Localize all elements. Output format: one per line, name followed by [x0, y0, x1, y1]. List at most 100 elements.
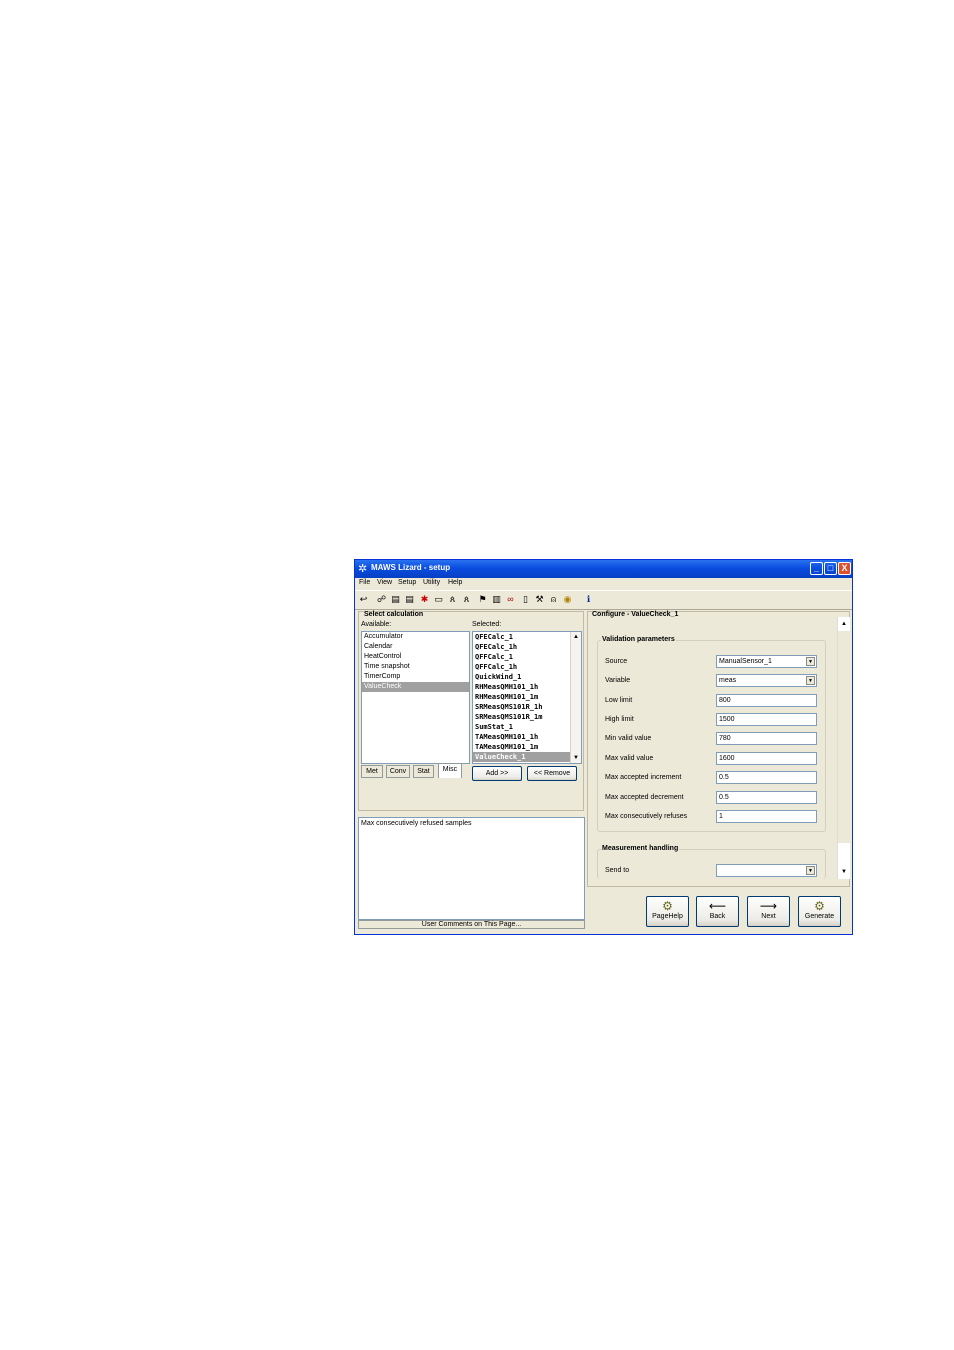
info-icon[interactable]: ℹ	[583, 594, 594, 605]
title-bar[interactable]: ✲ MAWS Lizard - setup _ □ X	[355, 560, 852, 578]
scroll-thumb[interactable]	[838, 631, 850, 843]
high-limit-label: High limit	[605, 716, 634, 723]
variable-select[interactable]: meas ▼	[716, 674, 817, 687]
menu-bar: File View Setup Utility Help	[355, 578, 852, 589]
min-valid-value-input[interactable]: 780	[716, 732, 817, 745]
add-button[interactable]: Add >>	[472, 766, 522, 781]
max-valid-value-label: Max valid value	[605, 755, 654, 762]
menu-view[interactable]: View	[377, 579, 392, 586]
high-limit-input[interactable]: 1500	[716, 713, 817, 726]
lizard-icon: ✲	[358, 563, 368, 575]
link-icon[interactable]: ∞	[505, 594, 516, 605]
menu-utility[interactable]: Utility	[423, 579, 440, 586]
select-calculation-title: Select calculation	[364, 611, 424, 618]
menu-setup[interactable]: Setup	[398, 579, 416, 586]
menu-file[interactable]: File	[359, 579, 370, 586]
scroll-down-icon[interactable]: ▼	[571, 753, 581, 763]
list-item[interactable]: TAMeasQMH101_1h	[473, 732, 581, 742]
list-item[interactable]: QFECalc_1	[473, 632, 581, 642]
list-item[interactable]: SRMeasQMS101R_1m	[473, 712, 581, 722]
coin-icon[interactable]: ◉	[562, 594, 573, 605]
scroll-up-icon[interactable]: ▲	[839, 619, 849, 629]
list-item[interactable]: TimerComp	[362, 672, 469, 682]
list-item[interactable]: HeatControl	[362, 652, 469, 662]
user-comments-bar[interactable]: User Comments on This Page...	[358, 920, 585, 929]
list-item[interactable]: TAMeasQMH101_1m	[473, 742, 581, 752]
network-icon[interactable]: ☍	[376, 594, 387, 605]
list-item[interactable]: QFECalc_1h	[473, 642, 581, 652]
configure-title: Configure - ValueCheck_1	[592, 611, 679, 618]
page-icon[interactable]: ▯	[520, 594, 531, 605]
max-accepted-increment-label: Max accepted increment	[605, 774, 682, 781]
configure-scrollbar[interactable]: ▲ ▼	[837, 617, 850, 879]
low-limit-input[interactable]: 800	[716, 694, 817, 707]
list-item[interactable]: QuickWind_1	[473, 672, 581, 682]
next-button[interactable]: ⟶ Next	[747, 896, 790, 927]
max-valid-value-input[interactable]: 1600	[716, 752, 817, 765]
send-to-label: Send to	[605, 867, 630, 874]
list-item[interactable]: QFFCalc_1	[473, 652, 581, 662]
measurement-handling-title: Measurement handling	[601, 845, 680, 852]
pagehelp-icon: ⚙	[662, 899, 673, 913]
sensor-icon[interactable]: ✱	[419, 594, 430, 605]
list-item[interactable]: SumStat_1	[473, 722, 581, 732]
dev-icon[interactable]: ▤	[404, 594, 415, 605]
maws-lizard-window: ✲ MAWS Lizard - setup _ □ X File View Se…	[354, 559, 853, 935]
person-icon[interactable]: ጰ	[461, 594, 472, 605]
max-accepted-decrement-input[interactable]: 0.5	[716, 791, 817, 804]
list-item-selected[interactable]: ValueCheck	[362, 682, 469, 692]
remove-button[interactable]: << Remove	[527, 766, 577, 781]
undo-icon[interactable]: ↩	[358, 594, 369, 605]
close-button[interactable]: X	[838, 562, 851, 575]
toolbar: ↩ ☍ ▤ ▤ ✱ ▭ ጰ ጰ ⚑ ▥ ∞ ▯ ⚒ ⍝ ◉ ℹ	[355, 590, 852, 610]
arrow-left-icon: ⟵	[708, 899, 727, 913]
scroll-up-icon[interactable]: ▲	[571, 632, 581, 642]
user-comments-area[interactable]: Max consecutively refused samples	[358, 817, 585, 920]
bell-icon[interactable]: ⍝	[548, 594, 559, 605]
list-item[interactable]: RHMeasQMH101_1h	[473, 682, 581, 692]
max-consecutively-refuses-input[interactable]: 1	[716, 810, 817, 823]
source-select[interactable]: ManualSensor_1 ▼	[716, 655, 817, 668]
tab-stat[interactable]: Stat	[413, 765, 434, 778]
validation-parameters-title: Validation parameters	[601, 636, 676, 643]
tab-misc[interactable]: Misc	[438, 763, 462, 778]
maximize-button[interactable]: □	[824, 562, 837, 575]
wrench-icon[interactable]: ⚒	[534, 594, 545, 605]
list-item[interactable]: SRMeasQMS101R_1h	[473, 702, 581, 712]
dev-icon[interactable]: ▤	[390, 594, 401, 605]
menu-help[interactable]: Help	[448, 579, 462, 586]
available-label: Available:	[361, 621, 392, 628]
low-limit-label: Low limit	[605, 697, 633, 704]
window-title: MAWS Lizard - setup	[371, 563, 451, 572]
pagehelp-button[interactable]: ⚙ PageHelp	[646, 896, 689, 927]
list-item-selected[interactable]: ValueCheck_1	[473, 752, 572, 762]
min-valid-value-label: Min valid value	[605, 735, 652, 742]
chevron-down-icon[interactable]: ▼	[806, 676, 815, 685]
minimize-button[interactable]: _	[810, 562, 823, 575]
selected-list-scrollbar[interactable]: ▲ ▼	[570, 632, 581, 763]
tab-met[interactable]: Met	[361, 765, 383, 778]
list-item[interactable]: QFFCalc_1h	[473, 662, 581, 672]
list-item[interactable]: RHMeasQMH101_1m	[473, 692, 581, 702]
list-item[interactable]: Accumulator	[362, 632, 469, 642]
source-label: Source	[605, 658, 628, 665]
arrow-right-icon: ⟶	[759, 899, 778, 913]
back-button[interactable]: ⟵ Back	[696, 896, 739, 927]
chevron-down-icon[interactable]: ▼	[806, 657, 815, 666]
comment-text: Max consecutively refused samples	[361, 820, 472, 827]
list-item[interactable]: Time snapshot	[362, 662, 469, 672]
chevron-down-icon[interactable]: ▼	[806, 866, 815, 875]
tab-conv[interactable]: Conv	[386, 765, 410, 778]
scroll-down-icon[interactable]: ▼	[839, 867, 849, 877]
display-icon[interactable]: ▭	[433, 594, 444, 605]
max-accepted-increment-input[interactable]: 0.5	[716, 771, 817, 784]
person-icon[interactable]: ጰ	[447, 594, 458, 605]
chart-icon[interactable]: ▥	[491, 594, 502, 605]
selected-list[interactable]: QFECalc_1 QFECalc_1h QFFCalc_1 QFFCalc_1…	[472, 631, 582, 764]
available-list[interactable]: Accumulator Calendar HeatControl Time sn…	[361, 631, 470, 764]
max-accepted-decrement-label: Max accepted decrement	[605, 794, 684, 801]
generate-button[interactable]: ⚙ Generate	[798, 896, 841, 927]
list-item[interactable]: Calendar	[362, 642, 469, 652]
flag-icon[interactable]: ⚑	[477, 594, 488, 605]
send-to-select[interactable]: ▼	[716, 864, 817, 877]
